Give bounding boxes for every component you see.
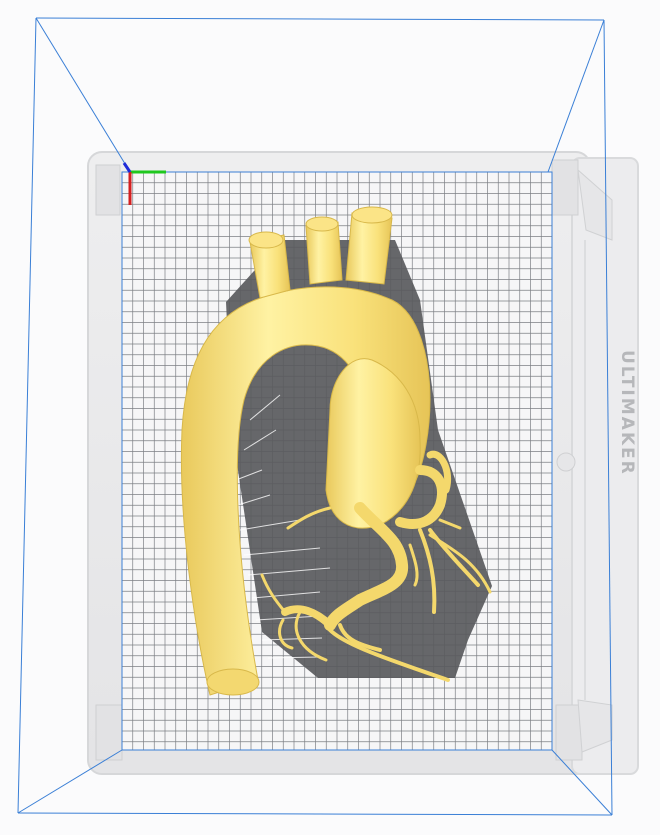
printer-brand-text: ULTIMAKER	[617, 350, 637, 476]
build-volume-scene[interactable]	[0, 0, 660, 835]
3d-viewport[interactable]: ULTIMAKER	[0, 0, 660, 835]
